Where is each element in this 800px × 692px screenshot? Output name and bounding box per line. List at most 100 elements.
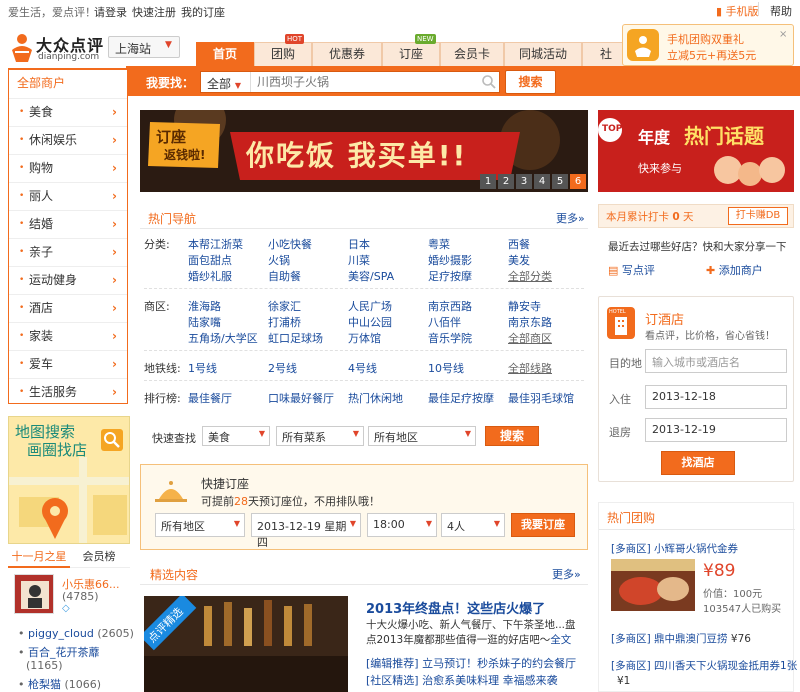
tab-booking[interactable]: 订座 NEW	[382, 34, 440, 66]
sidebar-item-sports[interactable]: • 运动健身 ›	[9, 266, 127, 294]
sidebar-item-hotel[interactable]: • 酒店 ›	[9, 294, 127, 322]
category-link[interactable]: 川菜	[348, 252, 370, 268]
category-link[interactable]: 美容/SPA	[348, 268, 394, 284]
tab-home[interactable]: 首页	[196, 42, 254, 66]
map-search-card[interactable]: 地图搜索 画圈找店	[8, 416, 130, 544]
rank-link[interactable]: 热门休闲地	[348, 390, 403, 406]
category-link[interactable]: 足疗按摩	[428, 268, 472, 284]
login-link[interactable]: 请登录	[94, 4, 127, 20]
district-link[interactable]: 五角场/大学区	[188, 330, 258, 346]
all-districts-link[interactable]: 全部商区	[508, 330, 552, 346]
full-text-link[interactable]: 全文	[550, 634, 571, 646]
district-link[interactable]: 中山公园	[348, 314, 392, 330]
rank-link[interactable]: 最佳餐厅	[188, 390, 232, 406]
sidebar-item-shopping[interactable]: • 购物 ›	[9, 154, 127, 182]
district-link[interactable]: 万体馆	[348, 330, 381, 346]
sidebar-item-car[interactable]: • 爱车 ›	[9, 350, 127, 378]
sidebar-item-leisure[interactable]: • 休闲娱乐 ›	[9, 126, 127, 154]
district-link[interactable]: 淮海路	[188, 298, 221, 314]
rank-link[interactable]: 口味最好餐厅	[268, 390, 334, 406]
mobile-link[interactable]: ▮ 手机版	[716, 3, 759, 19]
district-link[interactable]: 音乐学院	[428, 330, 472, 346]
sidebar-item-food[interactable]: • 美食 ›	[9, 98, 127, 126]
sidebar-item-wedding[interactable]: • 结婚 ›	[9, 210, 127, 238]
category-link[interactable]: 西餐	[508, 236, 530, 252]
all-categories-link[interactable]: 全部分类	[508, 268, 552, 284]
cuisine-select[interactable]: 所有菜系 ▼	[276, 426, 364, 446]
district-link[interactable]: 打浦桥	[268, 314, 301, 330]
sidebar-item-services[interactable]: • 生活服务 ›	[9, 378, 127, 406]
category-link[interactable]: 美发	[508, 252, 530, 268]
register-link[interactable]: 快速注册	[132, 4, 176, 20]
tab-member-rank[interactable]: 会员榜	[74, 548, 124, 568]
district-link[interactable]: 八佰伴	[428, 314, 461, 330]
topic-banner[interactable]: TOP 年度 热门话题 快来参与	[598, 110, 794, 192]
pager-4[interactable]: 4	[534, 174, 550, 189]
booking-time-select[interactable]: 18:00 ▼	[367, 513, 437, 537]
selected-image[interactable]: 点评精选	[144, 596, 348, 692]
list-item[interactable]: • piggy_cloud (2605)	[18, 627, 134, 640]
pager-5[interactable]: 5	[552, 174, 568, 189]
write-review-link[interactable]: ▤ 写点评	[608, 262, 655, 278]
pager-6[interactable]: 6	[570, 174, 586, 189]
checkout-date-input[interactable]: 2013-12-19	[645, 418, 787, 442]
rank-link[interactable]: 最佳羽毛球馆	[508, 390, 574, 406]
district-link[interactable]: 南京西路	[428, 298, 472, 314]
deal-title[interactable]: [多商区] 鼎中鼎澳门豆捞 ¥76	[611, 631, 751, 646]
deal-image[interactable]	[611, 559, 695, 611]
avatar[interactable]	[14, 574, 54, 614]
search-button[interactable]: 搜索	[505, 70, 556, 94]
destination-input[interactable]: 输入城市或酒店名	[645, 349, 787, 373]
district-link[interactable]: 陆家嘴	[188, 314, 221, 330]
help-link[interactable]: 帮助	[770, 3, 792, 19]
list-item[interactable]: [编辑推荐] 立马预订！秒杀妹子的约会餐厅	[366, 655, 576, 671]
metro-link[interactable]: 4号线	[348, 360, 377, 376]
tab-events[interactable]: 同城活动	[504, 42, 582, 66]
sidebar-item-home[interactable]: • 家装 ›	[9, 322, 127, 350]
metro-link[interactable]: 1号线	[188, 360, 217, 376]
pager-2[interactable]: 2	[498, 174, 514, 189]
category-link[interactable]: 本帮江浙菜	[188, 236, 243, 252]
rank-link[interactable]: 最佳足疗按摩	[428, 390, 494, 406]
logo[interactable]: 大众点评 dianping.com	[8, 26, 108, 66]
category-link[interactable]: 面包甜点	[188, 252, 232, 268]
district-link[interactable]: 静安寺	[508, 298, 541, 314]
district-link[interactable]: 南京东路	[508, 314, 552, 330]
sidebar-title[interactable]: 全部商户	[17, 74, 65, 91]
category-link[interactable]: 婚纱摄影	[428, 252, 472, 268]
checkin-button[interactable]: 打卡赚DB	[728, 207, 788, 225]
quick-search-button[interactable]: 搜索	[485, 426, 539, 446]
tab-member-card[interactable]: 会员卡	[440, 42, 504, 66]
deal-title[interactable]: [多商区] 四川香天下火锅现金抵用券1张	[611, 658, 797, 673]
district-link[interactable]: 人民广场	[348, 298, 392, 314]
metro-link[interactable]: 2号线	[268, 360, 297, 376]
category-link[interactable]: 日本	[348, 236, 370, 252]
metro-link[interactable]: 10号线	[428, 360, 464, 376]
deal-title[interactable]: [多商区] 小辉哥火锅代金券	[611, 541, 738, 556]
selected-more-link[interactable]: 更多»	[552, 566, 581, 582]
find-hotel-button[interactable]: 找酒店	[661, 451, 735, 475]
booking-submit-button[interactable]: 我要订座	[511, 513, 575, 537]
sidebar-item-beauty[interactable]: • 丽人 ›	[9, 182, 127, 210]
list-item[interactable]: [社区精选] 治愈系美味料理 幸福感来袭	[366, 672, 558, 688]
tab-coupon[interactable]: 优惠券	[312, 42, 382, 66]
city-selector[interactable]: 上海站 ▼	[108, 36, 180, 58]
list-item[interactable]: • 百合_花开茶蘼	[18, 644, 100, 660]
category-link[interactable]: 自助餐	[268, 268, 301, 284]
tab-tuan[interactable]: 团购 HOT	[254, 34, 312, 66]
search-category-select[interactable]: 全部 ▼	[201, 72, 251, 92]
promo-banner[interactable]: 订座 返钱啦! 你吃饭 我买单!! 1 2 3 4 5 6	[140, 110, 588, 192]
checkin-date-input[interactable]: 2013-12-18	[645, 385, 787, 409]
category-link[interactable]: 小吃快餐	[268, 236, 312, 252]
category-link[interactable]: 火锅	[268, 252, 290, 268]
booking-date-select[interactable]: 2013-12-19 星期四 ▼	[251, 513, 361, 549]
promo-popup[interactable]: 手机团购双重礼 立减5元+再送5元 ×	[622, 24, 794, 66]
pager-3[interactable]: 3	[516, 174, 532, 189]
search-icon[interactable]	[481, 74, 497, 90]
cuisine-type-select[interactable]: 美食 ▼	[202, 426, 270, 446]
booking-people-select[interactable]: 4人 ▼	[441, 513, 505, 537]
pager-1[interactable]: 1	[480, 174, 496, 189]
sidebar-item-family[interactable]: • 亲子 ›	[9, 238, 127, 266]
district-link[interactable]: 虹口足球场	[268, 330, 323, 346]
category-link[interactable]: 婚纱礼服	[188, 268, 232, 284]
